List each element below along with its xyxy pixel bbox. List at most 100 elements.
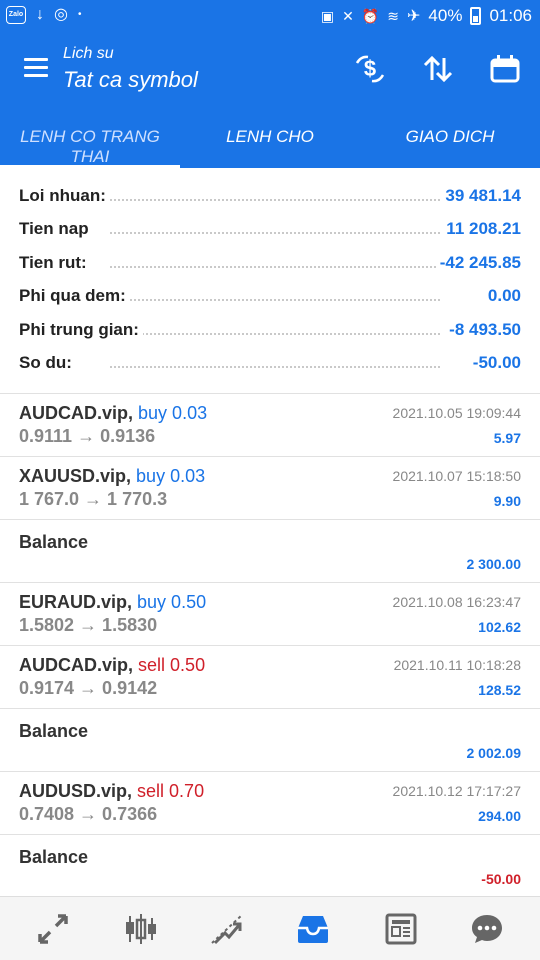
status-bar: Zalo ↓ ◎ • ▣ ✕ ⏰ ≋ ✈ 40% 01:06	[0, 0, 540, 34]
item-symbol: AUDUSD.vip, sell 0.70	[19, 781, 205, 801]
summary-label: Tien nap	[19, 219, 93, 240]
summary-value: -8 493.50	[445, 319, 521, 340]
item-datetime: 2021.10.11 10:18:28	[393, 657, 521, 673]
currency-filter-button[interactable]: $	[352, 52, 388, 86]
item-datetime: 2021.10.05 19:09:44	[392, 405, 521, 421]
summary-row-swap: Phi qua dem: 0.00	[0, 280, 540, 313]
item-profit: 102.62	[478, 619, 521, 635]
item-profit: 9.90	[493, 493, 521, 509]
nav-trade[interactable]	[182, 897, 272, 960]
balance-amount: 2 002.09	[466, 745, 522, 761]
balance-label: Balance	[19, 532, 89, 552]
quotes-arrows-icon	[38, 914, 68, 944]
summary-value: 11 208.21	[442, 219, 521, 240]
summary-value: -50.00	[468, 352, 521, 373]
balance-item[interactable]: Balance 2 002.09	[0, 708, 540, 771]
item-datetime: 2021.10.12 17:17:27	[392, 783, 521, 799]
balance-item[interactable]: Balance 2 300.00	[0, 519, 540, 582]
nav-chart[interactable]	[96, 897, 186, 960]
list-item[interactable]: AUDCAD.vip, sell 0.50 0.9174 → 0.9142 20…	[0, 645, 540, 708]
calendar-icon	[490, 55, 520, 83]
clock: 01:06	[489, 6, 532, 25]
summary-row-commission: Phi trung gian: -8 493.50	[0, 314, 540, 347]
sort-button[interactable]	[420, 52, 456, 86]
summary-row-withdrawal: Tien rut: -42 245.85	[0, 247, 540, 280]
summary-row-deposit: Tien nap 11 208.21	[0, 213, 540, 246]
dotted-leader	[110, 332, 440, 335]
item-symbol: EURAUD.vip, buy 0.50	[19, 592, 207, 612]
summary-label: Phi qua dem:	[19, 286, 130, 307]
item-side: buy 0.03	[136, 466, 206, 486]
balance-amount: 2 300.00	[466, 556, 522, 572]
calendar-button[interactable]	[487, 52, 523, 86]
item-profit: 5.97	[493, 430, 521, 446]
dotted-leader	[110, 365, 440, 368]
summary-label: So du:	[19, 352, 76, 373]
wifi-icon: ≋	[387, 7, 400, 24]
list-item[interactable]: XAUUSD.vip, buy 0.03 1 767.0 → 1 770.3 2…	[0, 456, 540, 519]
trade-trend-icon	[211, 914, 243, 945]
item-symbol: XAUUSD.vip, buy 0.03	[19, 466, 206, 486]
dollar-sync-icon: $	[355, 55, 385, 83]
balance-label: Balance	[19, 847, 89, 867]
dotted-leader	[110, 199, 440, 201]
item-prices: 1.5802 → 1.5830	[19, 615, 158, 635]
summary-label: Tien rut:	[19, 252, 91, 273]
chat-icon	[472, 915, 502, 943]
item-datetime: 2021.10.07 15:18:50	[392, 468, 521, 484]
balance-item[interactable]: Balance -50.00	[0, 834, 540, 897]
dotted-leader	[110, 265, 440, 268]
news-icon	[385, 913, 417, 945]
tab-bar: LENH CO TRANG THAI LENH CHO GIAO DICH	[0, 104, 540, 168]
app-title: Tat ca symbol	[63, 67, 198, 92]
item-side: sell 0.50	[138, 655, 206, 675]
svg-text:$: $	[364, 56, 376, 81]
summary-label: Phi trung gian:	[19, 319, 143, 340]
nav-quotes[interactable]	[8, 897, 98, 960]
history-inbox-icon	[298, 916, 328, 943]
battery-level: 40%	[428, 6, 463, 25]
tab-positions[interactable]: LENH CO TRANG THAI	[0, 104, 180, 168]
list-item[interactable]: AUDCAD.vip, buy 0.03 0.9111 → 0.9136 202…	[0, 393, 540, 456]
history-list: AUDCAD.vip, buy 0.03 0.9111 → 0.9136 202…	[0, 393, 540, 897]
item-side: buy 0.03	[138, 403, 208, 423]
summary-value: 39 481.14	[441, 186, 521, 206]
item-symbol: AUDCAD.vip, sell 0.50	[19, 655, 206, 675]
balance-amount: -50.00	[481, 871, 521, 887]
summary-row-profit: Loi nhuan: 39 481.14	[0, 180, 540, 213]
item-side: buy 0.50	[137, 592, 207, 612]
item-symbol: AUDCAD.vip, buy 0.03	[19, 403, 208, 423]
download-icon: ↓	[36, 6, 44, 23]
sync-icon: ◎	[54, 6, 68, 23]
nav-news[interactable]	[356, 897, 446, 960]
item-prices: 0.9111 → 0.9136	[19, 426, 156, 446]
candlestick-chart-icon	[126, 914, 156, 944]
nav-history[interactable]	[268, 897, 358, 960]
dotted-leader	[110, 232, 440, 235]
battery-icon	[470, 7, 482, 25]
summary-row-balance: So du: -50.00	[0, 347, 540, 380]
account-summary: Loi nhuan: 39 481.14 Tien nap 11 208.21 …	[0, 180, 540, 380]
summary-label: Loi nhuan:	[19, 186, 110, 206]
mute-icon: ✕	[342, 7, 354, 24]
airplane-icon: ✈	[407, 8, 421, 25]
list-item[interactable]: AUDUSD.vip, sell 0.70 0.7408 → 0.7366 20…	[0, 771, 540, 834]
summary-value: 0.00	[483, 286, 521, 307]
tab-orders[interactable]: LENH CHO	[180, 104, 360, 168]
item-profit: 128.52	[478, 682, 521, 698]
item-prices: 0.7408 → 0.7366	[19, 804, 158, 824]
tab-deals[interactable]: GIAO DICH	[360, 104, 540, 168]
alarm-icon: ⏰	[361, 7, 380, 24]
nav-chat[interactable]	[442, 897, 532, 960]
balance-label: Balance	[19, 721, 89, 741]
dotted-leader	[110, 299, 440, 302]
app-bar: Lich su Tat ca symbol $	[0, 34, 540, 104]
lock-icon: ▣	[320, 7, 335, 24]
item-prices: 1 767.0 → 1 770.3	[19, 489, 168, 509]
item-side: sell 0.70	[137, 781, 205, 801]
menu-icon[interactable]	[24, 58, 48, 78]
list-item[interactable]: EURAUD.vip, buy 0.50 1.5802 → 1.5830 202…	[0, 582, 540, 645]
summary-value: -42 245.85	[435, 252, 521, 273]
zalo-icon: Zalo	[6, 6, 26, 24]
item-datetime: 2021.10.08 16:23:47	[392, 594, 521, 610]
